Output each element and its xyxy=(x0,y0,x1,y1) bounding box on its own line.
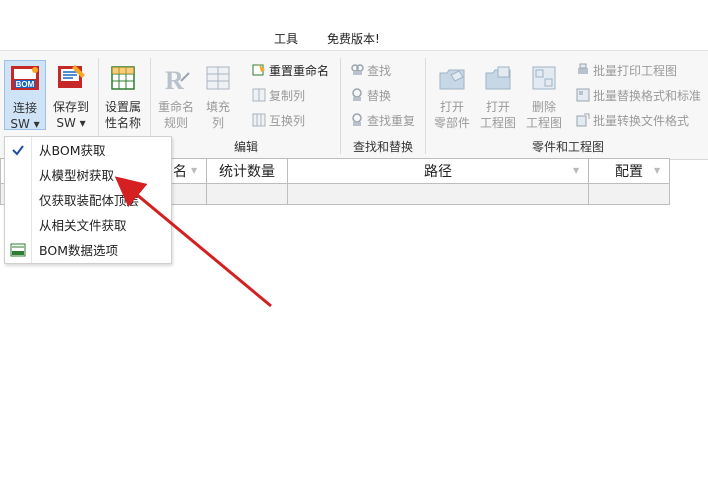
annotation-arrow xyxy=(114,176,272,308)
